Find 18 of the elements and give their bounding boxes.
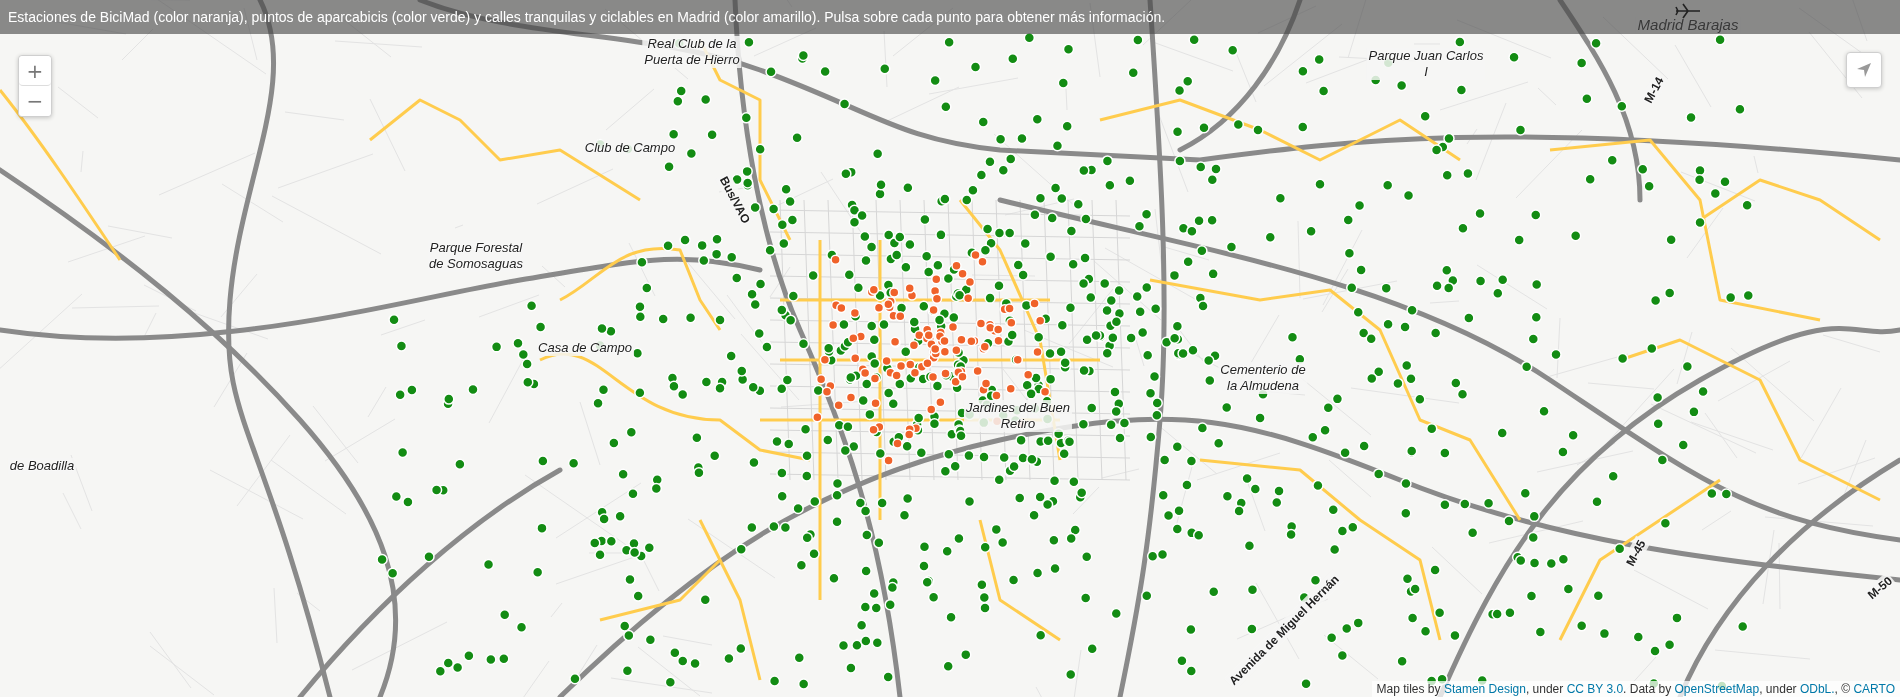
zoom-in-button[interactable]: +: [19, 56, 51, 86]
navigation-arrow-icon: [1856, 62, 1872, 78]
attribution-link[interactable]: CARTO: [1853, 682, 1895, 696]
locate-button[interactable]: [1846, 52, 1882, 88]
place-label: Club de Campo: [582, 140, 678, 156]
banner-text: Estaciones de BiciMad (color naranja), puntos de aparcabicis (color verde) y calles tranquilas y ciclables en Madrid (color amarillo). Pulsa sobre cada punto para obtener más información.: [8, 9, 1166, 25]
place-label: Cementerio de la Almudena: [1218, 362, 1308, 394]
zoom-out-button[interactable]: −: [19, 86, 51, 116]
place-label: Casa de Campo: [536, 340, 634, 356]
attribution-text: Map tiles by Stamen Design, under CC BY 3.0. Data by OpenStreetMap, under ODbL., © CARTO: [1371, 681, 1900, 697]
attribution-link[interactable]: Stamen Design: [1443, 682, 1526, 696]
airplane-icon: [1674, 3, 1702, 19]
place-label: Jardines del Buen Retiro: [963, 400, 1073, 432]
place-label: Madrid Barajas: [1635, 17, 1741, 33]
place-label: Parque Forestal de Somosaguas: [427, 240, 525, 272]
place-label: Real Club de la Puerta de Hierro: [642, 36, 742, 68]
place-label: Parque Juan Carlos I: [1366, 48, 1486, 80]
attribution-link[interactable]: ODbL.: [1799, 682, 1835, 696]
